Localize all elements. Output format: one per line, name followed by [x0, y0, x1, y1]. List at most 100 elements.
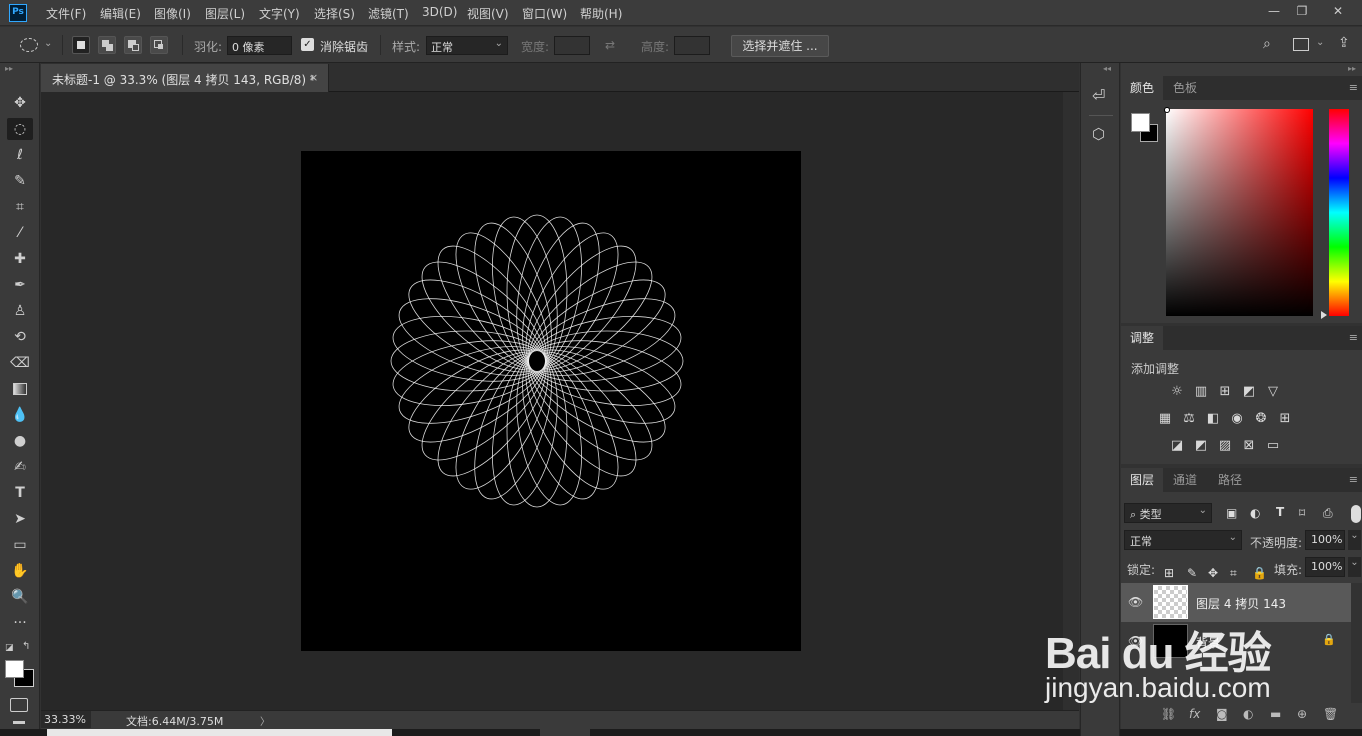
share-icon[interactable]: ⇪ [1338, 35, 1350, 51]
blur-tool-icon[interactable]: 💧 [7, 404, 33, 426]
foreground-color-chip[interactable] [1131, 113, 1150, 132]
menu-edit[interactable]: 编辑(E) [100, 5, 141, 22]
history-brush-tool-icon[interactable]: ⟲ [7, 326, 33, 348]
vibrance-icon[interactable]: ▽ [1265, 385, 1281, 399]
lock-all-icon[interactable]: 🔒 [1252, 566, 1267, 580]
layer-style-icon[interactable]: fx [1189, 707, 1200, 721]
intersect-selection-icon[interactable] [150, 36, 168, 54]
feather-input[interactable]: 0 像素 [227, 36, 292, 55]
menu-view[interactable]: 视图(V) [467, 5, 509, 22]
width-input[interactable] [554, 36, 590, 55]
channel-mixer-icon[interactable]: ❂ [1253, 412, 1269, 426]
color-picker-handle[interactable] [1164, 107, 1170, 113]
chevron-down-icon[interactable]: ⌄ [44, 38, 52, 49]
threshold-icon[interactable]: ▨ [1217, 439, 1233, 453]
quick-selection-tool-icon[interactable]: ✎ [7, 170, 33, 192]
fill-dropdown-icon[interactable]: ⌄ [1348, 557, 1361, 577]
menu-select[interactable]: 选择(S) [314, 5, 355, 22]
blend-mode-select[interactable]: 正常 ⌄ [1124, 530, 1242, 550]
add-mask-icon[interactable]: ◙ [1216, 707, 1228, 721]
move-tool-icon[interactable]: ✥ [7, 92, 33, 114]
new-group-icon[interactable]: ▬ [1270, 707, 1281, 721]
restore-icon[interactable]: ❐ [1291, 2, 1313, 20]
menu-3d[interactable]: 3D(D) [422, 5, 457, 19]
more-tools-icon[interactable]: ··· [7, 612, 33, 634]
zoom-tool-icon[interactable]: 🔍 [7, 586, 33, 608]
menu-file[interactable]: 文件(F) [46, 5, 86, 22]
menu-type[interactable]: 文字(Y) [259, 5, 300, 22]
layers-scrollbar[interactable] [1351, 583, 1362, 703]
panel-menu-icon[interactable]: ≡ [1349, 473, 1358, 486]
minimize-icon[interactable]: — [1263, 2, 1285, 20]
type-tool-icon[interactable]: T [7, 482, 33, 504]
panel-menu-icon[interactable]: ≡ [1349, 81, 1358, 94]
style-select[interactable]: 正常 ⌄ [426, 36, 508, 55]
hue-slider[interactable] [1329, 109, 1349, 316]
selective-color-icon[interactable]: ⊠ [1241, 439, 1257, 453]
menu-filter[interactable]: 滤镜(T) [368, 5, 409, 22]
add-to-selection-icon[interactable] [98, 36, 116, 54]
close-window-icon[interactable]: ✕ [1327, 2, 1349, 20]
antialias-checkbox[interactable]: ✓ [301, 38, 314, 51]
crop-tool-icon[interactable]: ⌗ [7, 196, 33, 218]
eraser-tool-icon[interactable]: ⌫ [7, 352, 33, 374]
foreground-color-swatch[interactable] [5, 660, 24, 678]
hand-tool-icon[interactable]: ✋ [7, 560, 33, 582]
dodge-tool-icon[interactable]: ● [7, 430, 33, 452]
tab-layers[interactable]: 图层 [1121, 468, 1164, 492]
clone-stamp-tool-icon[interactable]: ♙ [7, 300, 33, 322]
curves-icon[interactable]: ⊞ [1217, 385, 1233, 399]
3d-icon[interactable]: ⬡ [1092, 125, 1105, 143]
color-balance-icon[interactable]: ⚖ [1181, 412, 1197, 426]
posterize-icon[interactable]: ◩ [1193, 439, 1209, 453]
layer-name[interactable]: 图层 4 拷贝 143 [1196, 595, 1286, 612]
history-icon[interactable]: ⏎ [1092, 86, 1105, 105]
lasso-tool-icon[interactable]: ℓ [7, 144, 33, 166]
pen-tool-icon[interactable]: ✍ [7, 456, 33, 478]
tab-swatches[interactable]: 色板 [1164, 76, 1206, 100]
filter-shape-icon[interactable]: ⌑ [1299, 506, 1305, 520]
lock-artboard-icon[interactable]: ⌗ [1230, 566, 1237, 581]
lock-image-pixels-icon[interactable]: ✎ [1187, 566, 1197, 580]
document-tab[interactable]: 未标题-1 @ 33.3% (图层 4 拷贝 143, RGB/8) * × [41, 64, 329, 92]
layer-filter-select[interactable]: ⌕ 类型 ⌄ [1124, 503, 1212, 523]
path-selection-tool-icon[interactable]: ➤ [7, 508, 33, 530]
levels-icon[interactable]: ▥ [1193, 385, 1209, 399]
tab-adjustments[interactable]: 调整 [1121, 326, 1164, 350]
document-canvas[interactable] [301, 151, 801, 651]
filter-adjustment-icon[interactable]: ◐ [1250, 506, 1260, 520]
search-icon[interactable]: ⌕ [1263, 36, 1271, 52]
gradient-map-icon[interactable]: ▭ [1265, 439, 1281, 453]
swap-colors-icon[interactable]: ↰ [22, 641, 30, 652]
gradient-tool-icon[interactable] [7, 378, 33, 400]
brightness-contrast-icon[interactable]: ☼ [1169, 385, 1185, 399]
filter-toggle[interactable] [1351, 505, 1361, 523]
black-white-icon[interactable]: ◧ [1205, 412, 1221, 426]
filter-smart-object-icon[interactable]: ⎙ [1323, 506, 1333, 521]
new-adjustment-layer-icon[interactable]: ◐ [1243, 707, 1253, 721]
opacity-input[interactable]: 100% [1305, 530, 1345, 550]
new-selection-icon[interactable] [72, 36, 90, 54]
menu-window[interactable]: 窗口(W) [522, 5, 567, 22]
tab-color[interactable]: 颜色 [1121, 76, 1164, 100]
eye-icon[interactable]: 👁 [1128, 595, 1143, 609]
brush-tool-icon[interactable]: ✒ [7, 274, 33, 296]
menu-layer[interactable]: 图层(L) [205, 5, 245, 22]
opacity-dropdown-icon[interactable]: ⌄ [1348, 530, 1361, 550]
menu-image[interactable]: 图像(I) [154, 5, 191, 22]
select-and-mask-button[interactable]: 选择并遮住 ... [731, 35, 829, 57]
menu-help[interactable]: 帮助(H) [580, 5, 622, 22]
color-lookup-icon[interactable]: ⊞ [1277, 412, 1293, 426]
subtract-from-selection-icon[interactable] [124, 36, 142, 54]
default-colors-icon[interactable]: ◪ [5, 643, 14, 653]
exposure-icon[interactable]: ◩ [1241, 385, 1257, 399]
height-input[interactable] [674, 36, 710, 55]
rectangle-tool-icon[interactable]: ▭ [7, 534, 33, 556]
filter-type-icon[interactable]: T [1276, 505, 1284, 519]
photo-filter-icon[interactable]: ◉ [1229, 412, 1245, 426]
hue-slider-handle[interactable] [1321, 311, 1327, 319]
link-layers-icon[interactable]: ⛓ [1161, 707, 1176, 721]
healing-brush-tool-icon[interactable]: ✚ [7, 248, 33, 270]
screen-mode-icon[interactable] [13, 721, 25, 724]
elliptical-marquee-tool-icon[interactable]: ◌ [7, 118, 33, 140]
